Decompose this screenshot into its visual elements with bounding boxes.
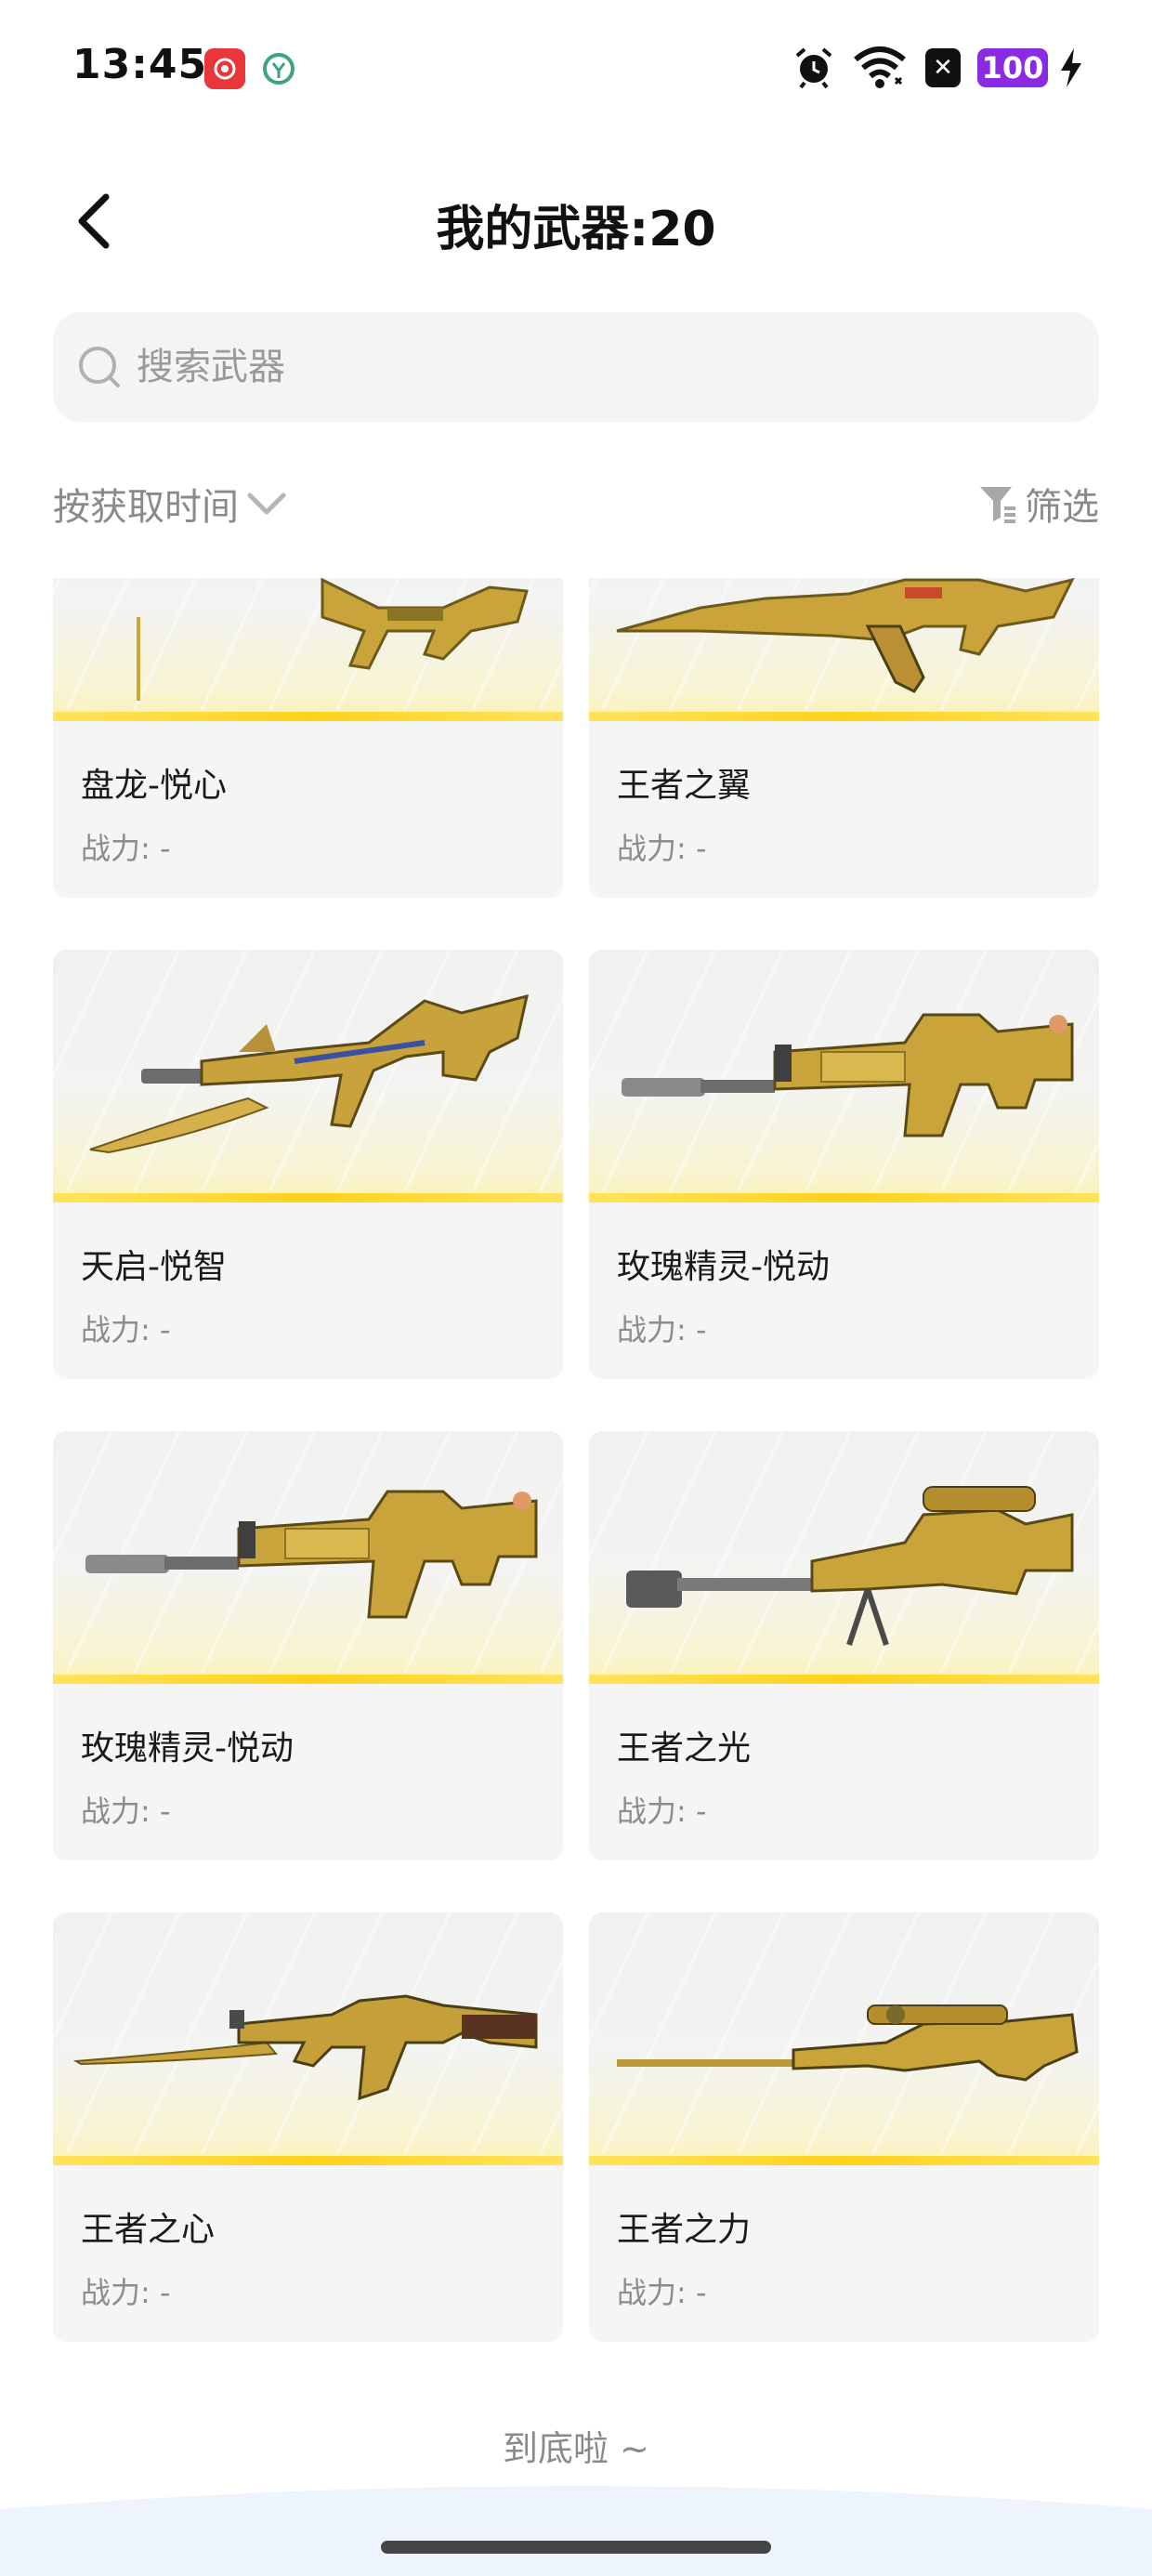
weapon-name: 王者之光 xyxy=(617,1729,752,1768)
filter-button[interactable]: 筛选 xyxy=(976,476,1099,532)
search-icon xyxy=(79,347,120,388)
close-box-icon: ✕ xyxy=(925,48,961,87)
status-time: 13:45 xyxy=(72,41,208,88)
weapon-card[interactable]: 盘龙-悦心 战力: - xyxy=(53,578,563,898)
weapon-card[interactable]: 王者之翼 战力: - xyxy=(589,578,1099,898)
weapon-name: 王者之心 xyxy=(81,2211,216,2249)
rarity-bar xyxy=(589,1675,1099,1684)
status-bar: 13:45 ✕ 100 xyxy=(0,0,1152,139)
alarm-icon xyxy=(795,47,832,89)
weapon-image xyxy=(589,950,1099,1203)
weapon-power: 战力: - xyxy=(617,831,707,866)
weapon-name: 玫瑰精灵-悦动 xyxy=(617,1248,830,1286)
weapon-name: 王者之力 xyxy=(617,2211,752,2249)
weapon-image xyxy=(53,1912,563,2165)
end-of-list-text: 到底啦 ~ xyxy=(503,2428,649,2469)
weapon-card[interactable]: 王者之力 战力: - xyxy=(589,1912,1099,2342)
weapon-name: 玫瑰精灵-悦动 xyxy=(81,1729,294,1768)
weapon-image xyxy=(589,578,1099,721)
rarity-bar xyxy=(589,712,1099,721)
weapon-power: 战力: - xyxy=(617,1794,707,1829)
weapon-name: 盘龙-悦心 xyxy=(81,767,227,805)
rarity-bar xyxy=(53,1675,563,1684)
sort-label: 按获取时间 xyxy=(53,486,239,529)
weapon-power: 战力: - xyxy=(81,1794,171,1829)
weapon-image xyxy=(53,950,563,1203)
weapon-name: 天启-悦智 xyxy=(81,1248,227,1286)
weapon-image xyxy=(589,1431,1099,1684)
home-indicator[interactable] xyxy=(381,2541,771,2554)
search-input[interactable] xyxy=(137,346,1066,388)
weapon-card[interactable]: 玫瑰精灵-悦动 战力: - xyxy=(53,1431,563,1860)
weapon-image xyxy=(53,1431,563,1684)
sort-dropdown[interactable]: 按获取时间 xyxy=(53,476,287,532)
weapon-power: 战力: - xyxy=(81,831,171,866)
weapon-grid: 盘龙-悦心 战力: - 王者之翼 战力: - 天启-悦智 战力: - 玫瑰精灵-… xyxy=(53,578,1099,2342)
app-badge-icon xyxy=(258,48,299,89)
weapon-power: 战力: - xyxy=(617,1312,707,1347)
weapon-card[interactable]: 王者之心 战力: - xyxy=(53,1912,563,2342)
rarity-bar xyxy=(53,1193,563,1203)
battery-icon: 100 xyxy=(977,48,1048,87)
rarity-bar xyxy=(53,712,563,721)
wifi-icon xyxy=(854,46,906,88)
charging-icon xyxy=(1061,48,1081,87)
filter-icon xyxy=(980,487,1015,523)
weapon-grid-scroll[interactable]: 盘龙-悦心 战力: - 王者之翼 战力: - 天启-悦智 战力: - 玫瑰精灵-… xyxy=(0,578,1152,2492)
weapon-power: 战力: - xyxy=(617,2275,707,2310)
weapon-power: 战力: - xyxy=(81,2275,171,2310)
weapon-name: 王者之翼 xyxy=(617,767,752,805)
search-box[interactable] xyxy=(53,312,1099,422)
rarity-bar xyxy=(53,2156,563,2165)
header: 我的武器:20 xyxy=(0,167,1152,269)
weapon-card[interactable]: 王者之光 战力: - xyxy=(589,1431,1099,1860)
rarity-bar xyxy=(589,1193,1099,1203)
bottom-decoration xyxy=(0,2486,1152,2576)
chevron-down-icon xyxy=(247,493,286,515)
page-title: 我的武器:20 xyxy=(436,202,716,257)
filter-label: 筛选 xyxy=(1025,486,1099,529)
weapon-image xyxy=(53,578,563,721)
weapon-card[interactable]: 天启-悦智 战力: - xyxy=(53,950,563,1379)
netease-music-icon xyxy=(204,48,245,89)
weapon-image xyxy=(589,1912,1099,2165)
weapon-card[interactable]: 玫瑰精灵-悦动 战力: - xyxy=(589,950,1099,1379)
rarity-bar xyxy=(589,2156,1099,2165)
weapon-power: 战力: - xyxy=(81,1312,171,1347)
